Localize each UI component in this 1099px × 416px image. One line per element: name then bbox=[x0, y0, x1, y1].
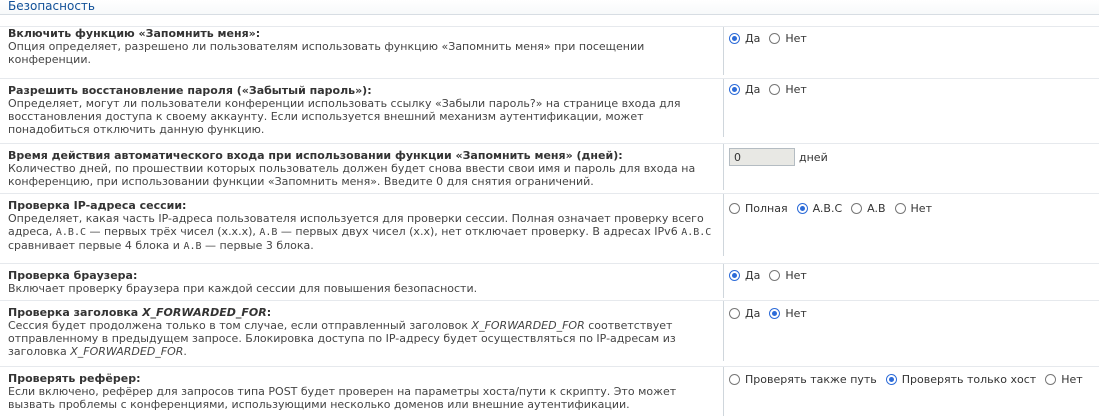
xff-check-yes-option[interactable]: Да bbox=[729, 307, 760, 320]
ip-check-full-option[interactable]: Полная bbox=[729, 202, 788, 215]
setting-title: Проверка браузера: bbox=[8, 269, 138, 282]
setting-description: Определяет, могут ли пользователи конфер… bbox=[8, 97, 681, 136]
referer-check-host-option[interactable]: Проверять только хост bbox=[885, 373, 1037, 386]
xff-check-radio-group: Да Нет bbox=[729, 307, 816, 320]
password-recovery-no-option[interactable]: Нет bbox=[769, 83, 807, 96]
setting-title: Время действия автоматического входа при… bbox=[8, 149, 623, 162]
option-label: Да bbox=[745, 307, 761, 320]
radio-button[interactable] bbox=[1045, 374, 1057, 385]
radio-button[interactable] bbox=[729, 33, 740, 44]
section-legend: Безопасность bbox=[0, 0, 1099, 15]
autologin-duration-control: дней bbox=[729, 148, 828, 166]
setting-description: Если включено, рефёрер для запросов типа… bbox=[8, 385, 677, 411]
ip-check-ab-option[interactable]: A.B bbox=[851, 202, 886, 215]
setting-label-block: Время действия автоматического входа при… bbox=[8, 144, 724, 190]
setting-label-block: Включить функцию «Запомнить меня»: Опция… bbox=[8, 27, 724, 75]
option-label: Да bbox=[745, 83, 761, 96]
radio-button[interactable] bbox=[769, 270, 781, 281]
setting-row-remember-me: Включить функцию «Запомнить меня»: Опция… bbox=[0, 26, 1099, 75]
option-label: Проверять также путь bbox=[745, 373, 877, 386]
radio-button[interactable] bbox=[769, 84, 781, 95]
setting-title: Проверка заголовка X_FORWARDED_FOR: bbox=[8, 306, 272, 319]
setting-label-block: Проверка браузера: Включает проверку бра… bbox=[8, 264, 724, 298]
option-label: Нет bbox=[785, 269, 807, 282]
radio-button[interactable] bbox=[729, 84, 740, 95]
setting-title: Проверять рефёрер: bbox=[8, 372, 141, 385]
setting-description: Количество дней, по прошествии которых п… bbox=[8, 162, 696, 188]
setting-row-referer-check: Проверять рефёрер: Если включено, рефёре… bbox=[0, 366, 1099, 416]
setting-title: Проверка IP-адреса сессии: bbox=[8, 199, 187, 212]
referer-check-none-option[interactable]: Нет bbox=[1045, 373, 1083, 386]
ip-check-abc-option[interactable]: A.B.C bbox=[796, 202, 843, 215]
option-label: Да bbox=[745, 269, 761, 282]
setting-row-xff-check: Проверка заголовка X_FORWARDED_FOR: Сесс… bbox=[0, 300, 1099, 362]
option-label: Нет bbox=[785, 32, 807, 45]
option-label: A.B bbox=[867, 202, 886, 215]
browser-check-no-option[interactable]: Нет bbox=[769, 269, 807, 282]
remember-me-radio-group: Да Нет bbox=[729, 32, 816, 45]
setting-description: Сессия будет продолжена только в том слу… bbox=[8, 319, 676, 358]
option-label: Нет bbox=[910, 202, 932, 215]
setting-title: Разрешить восстановление пароля («Забыты… bbox=[8, 84, 372, 97]
setting-label-block: Проверка заголовка X_FORWARDED_FOR: Сесс… bbox=[8, 301, 724, 361]
radio-button[interactable] bbox=[894, 203, 906, 214]
option-label: Нет bbox=[785, 83, 807, 96]
option-label: Проверять только хост bbox=[901, 373, 1037, 386]
radio-button[interactable] bbox=[851, 203, 863, 214]
option-label: Да bbox=[745, 32, 761, 45]
password-recovery-radio-group: Да Нет bbox=[729, 83, 816, 96]
setting-description: Опция определяет, разрешено ли пользоват… bbox=[8, 40, 645, 66]
autologin-days-input[interactable] bbox=[729, 148, 795, 166]
setting-row-browser-check: Проверка браузера: Включает проверку бра… bbox=[0, 263, 1099, 298]
browser-check-radio-group: Да Нет bbox=[729, 269, 816, 282]
setting-description: Определяет, какая часть IP-адреса пользо… bbox=[8, 212, 712, 252]
radio-button[interactable] bbox=[729, 203, 740, 214]
referer-check-path-option[interactable]: Проверять также путь bbox=[729, 373, 877, 386]
section-title: Безопасность bbox=[8, 0, 95, 13]
option-label: Нет bbox=[785, 307, 807, 320]
remember-me-no-option[interactable]: Нет bbox=[769, 32, 807, 45]
radio-button[interactable] bbox=[769, 33, 781, 44]
setting-title: Включить функцию «Запомнить меня»: bbox=[8, 27, 261, 40]
option-label: Полная bbox=[745, 202, 788, 215]
radio-button[interactable] bbox=[729, 308, 740, 319]
setting-label-block: Разрешить восстановление пароля («Забыты… bbox=[8, 79, 724, 137]
option-label: A.B.C bbox=[812, 202, 843, 215]
radio-button[interactable] bbox=[729, 270, 740, 281]
radio-button[interactable] bbox=[796, 203, 808, 214]
setting-label-block: Проверка IP-адреса сессии: Определяет, к… bbox=[8, 194, 724, 256]
password-recovery-yes-option[interactable]: Да bbox=[729, 83, 760, 96]
setting-row-password-recovery: Разрешить восстановление пароля («Забыты… bbox=[0, 78, 1099, 140]
unit-label: дней bbox=[799, 150, 828, 164]
radio-button[interactable] bbox=[769, 308, 781, 319]
radio-button[interactable] bbox=[885, 374, 897, 385]
setting-row-ip-check: Проверка IP-адреса сессии: Определяет, к… bbox=[0, 193, 1099, 257]
xff-check-no-option[interactable]: Нет bbox=[769, 307, 807, 320]
setting-row-autologin-duration: Время действия автоматического входа при… bbox=[0, 143, 1099, 191]
browser-check-yes-option[interactable]: Да bbox=[729, 269, 760, 282]
ip-check-none-option[interactable]: Нет bbox=[894, 202, 932, 215]
setting-label-block: Проверять рефёрер: Если включено, рефёре… bbox=[8, 367, 724, 416]
referer-check-radio-group: Проверять также путь Проверять только хо… bbox=[729, 373, 1092, 386]
setting-description: Включает проверку браузера при каждой се… bbox=[8, 282, 478, 295]
ip-check-radio-group: Полная A.B.C A.B Нет bbox=[729, 202, 941, 215]
security-settings-panel: Безопасность Включить функцию «Запомнить… bbox=[0, 0, 1099, 416]
radio-button[interactable] bbox=[729, 374, 740, 385]
option-label: Нет bbox=[1061, 373, 1083, 386]
remember-me-yes-option[interactable]: Да bbox=[729, 32, 760, 45]
